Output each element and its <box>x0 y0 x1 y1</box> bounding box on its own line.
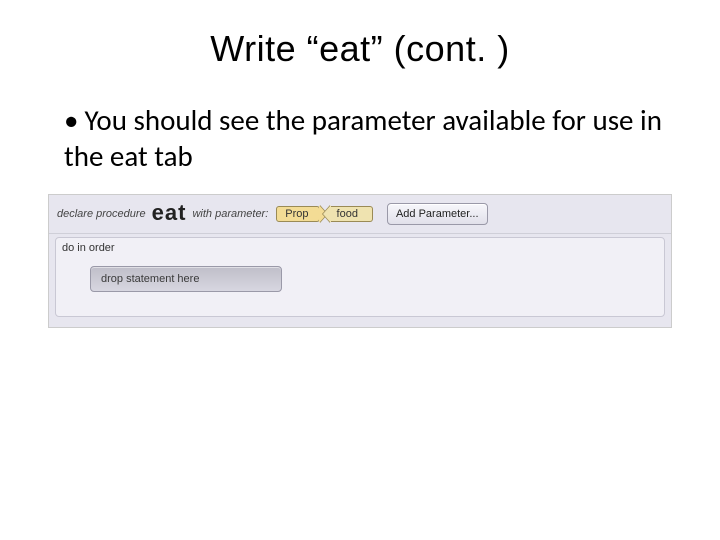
tag-socket-icon <box>323 205 331 223</box>
drop-statement-target[interactable]: drop statement here <box>90 266 282 292</box>
do-in-order-label: do in order <box>56 238 664 260</box>
bullet-text: You should see the parameter available f… <box>64 102 662 174</box>
parameter-type-label: Prop <box>276 206 319 222</box>
declare-suffix: with parameter: <box>192 208 268 220</box>
do-in-order-block[interactable]: do in order drop statement here <box>55 237 665 317</box>
slide-title: Write “eat” (cont. ) <box>0 28 720 70</box>
declare-prefix: declare procedure <box>57 208 146 220</box>
procedure-declaration-row: declare procedure eat with parameter: Pr… <box>49 195 671 234</box>
add-parameter-button[interactable]: Add Parameter... <box>387 203 488 225</box>
editor-screenshot: declare procedure eat with parameter: Pr… <box>48 194 672 328</box>
slide: Write “eat” (cont. ) •You should see the… <box>0 0 720 540</box>
bullet-dot: • <box>64 102 78 138</box>
parameter-name-tag[interactable]: food <box>323 204 373 224</box>
parameter-name-label: food <box>331 206 373 222</box>
procedure-name: eat <box>152 200 187 226</box>
bullet-block: •You should see the parameter available … <box>64 102 680 175</box>
parameter-type-tag[interactable]: Prop <box>276 204 326 224</box>
